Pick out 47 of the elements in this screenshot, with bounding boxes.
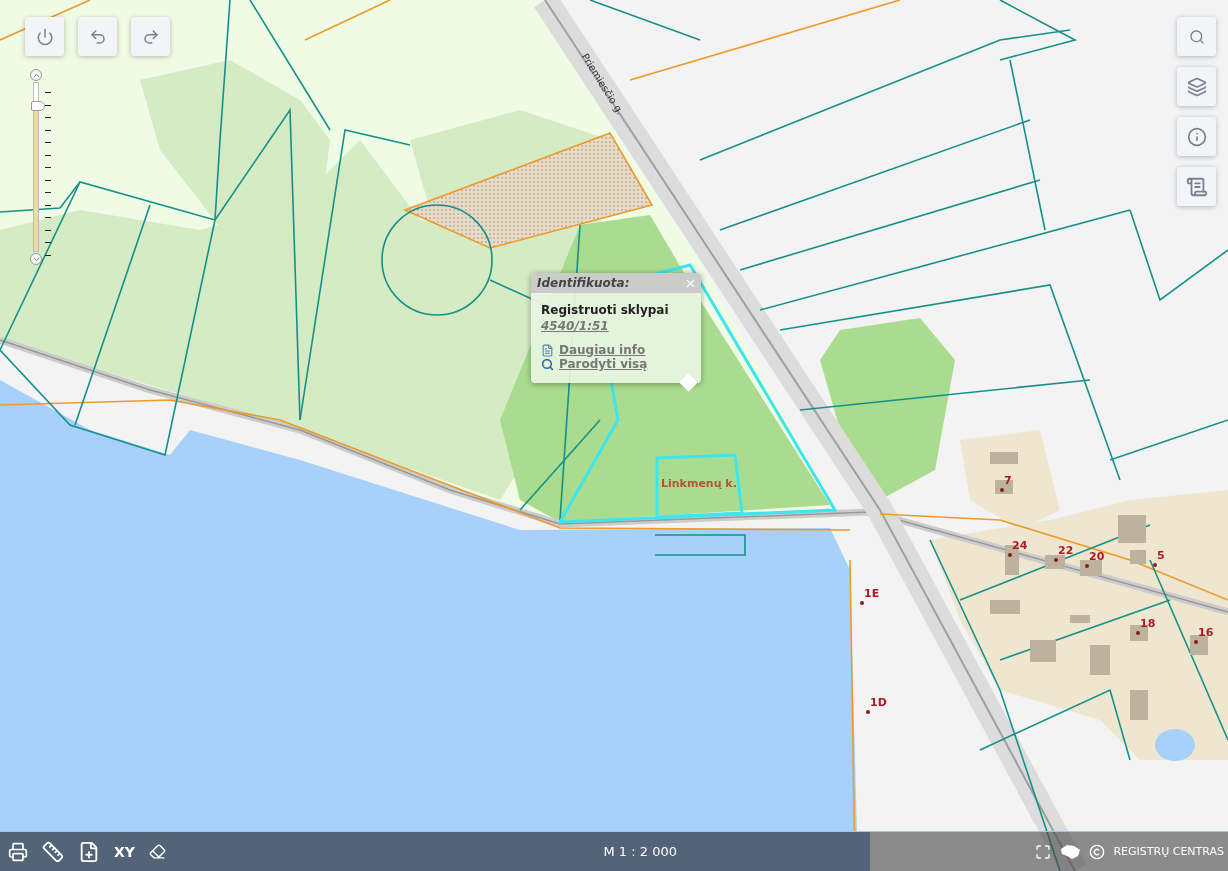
layer-name: Registruoti sklypai [541,303,670,317]
info-icon [1186,126,1207,147]
house-number: 18 [1140,618,1156,629]
search-icon [541,357,554,371]
house-number: 22 [1058,545,1074,556]
popup-title: Identifikuota: [537,276,630,290]
forward-arrow-icon [141,27,160,46]
back-button[interactable] [78,17,117,56]
ruler-icon [42,840,64,863]
back-arrow-icon [88,27,107,46]
house-number: 5 [1157,550,1165,561]
house-number: 20 [1089,551,1105,562]
document-icon [541,343,554,357]
layers-icon [1186,76,1207,97]
printer-icon [8,841,28,862]
coordinates-button[interactable]: XY [114,843,135,860]
house-number: 1D [870,697,887,708]
parcel-link[interactable]: 4540/1:51 [541,319,691,333]
place-label: Linkmenų k. [661,478,737,489]
fullscreen-button[interactable] [1035,843,1052,860]
info-button[interactable] [1177,117,1216,156]
layers-button[interactable] [1177,67,1216,106]
add-file-icon [78,840,100,863]
map-scale: M 1 : 2 000 [603,844,677,859]
measure-button[interactable] [42,840,64,863]
house-number: 7 [1004,475,1012,486]
country-outline-icon [1059,843,1082,860]
zoom-handle[interactable] [31,101,45,112]
copyright-icon [1089,843,1106,860]
print-button[interactable] [8,841,28,862]
search-button[interactable] [1177,17,1216,56]
more-info-link[interactable]: Daugiau info [541,343,691,357]
legend-button[interactable] [1177,167,1216,206]
house-number: 24 [1012,540,1028,551]
power-button[interactable] [25,17,64,56]
power-icon [35,27,54,46]
house-number: 1E [864,588,880,599]
house-number: 16 [1198,627,1214,638]
add-document-button[interactable] [78,840,100,863]
show-all-link[interactable]: Parodyti visą [541,357,691,371]
scroll-icon [1185,175,1208,198]
eraser-icon [148,843,166,860]
erase-button[interactable] [148,843,166,860]
fullscreen-icon [1035,843,1052,860]
search-icon [1188,28,1205,45]
forward-button[interactable] [131,17,170,56]
credit-text: REGISTRŲ CENTRAS [1113,845,1224,858]
